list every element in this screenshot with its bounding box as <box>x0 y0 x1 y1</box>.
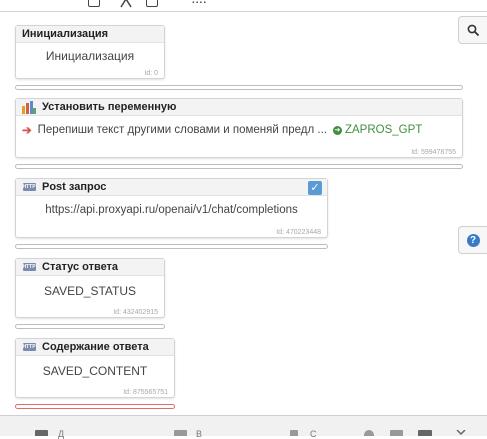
node-id: Id: 470223448 <box>276 229 321 236</box>
node-init-header[interactable]: Инициализация <box>16 26 164 43</box>
top-toolbar: .... <box>0 0 487 12</box>
http-icon: HTTP <box>22 263 36 271</box>
node-title: Post запрос <box>42 181 107 193</box>
node-output-connector[interactable] <box>15 85 463 90</box>
node-post-request-header[interactable]: HTTP Post запрос <box>16 179 327 196</box>
node-title: Установить переменную <box>42 101 177 113</box>
node-body: Инициализация <box>45 49 135 63</box>
node-response-content-header[interactable]: HTTP Содержание ответа <box>16 339 174 356</box>
connect-icon[interactable] <box>120 0 132 8</box>
node-id: Id: 599478755 <box>411 149 456 156</box>
bottom-item[interactable]: Д <box>58 429 64 439</box>
help-button[interactable]: ? <box>458 226 487 254</box>
window-icon[interactable] <box>390 430 403 436</box>
bottom-toolbar: Д В С <box>0 415 487 439</box>
node-id: Id: 0 <box>144 70 158 77</box>
node-body: SAVED_STATUS <box>43 284 137 298</box>
http-icon: HTTP <box>22 183 36 191</box>
goto-icon: ➔ <box>332 125 342 135</box>
node-body: ➔ Перепиши текст другими словами и помен… <box>16 116 462 137</box>
http-icon: HTTP <box>22 343 36 351</box>
node-title: Статус ответа <box>42 261 119 273</box>
node-response-status-header[interactable]: HTTP Статус ответа <box>16 259 164 276</box>
panel-icon[interactable] <box>174 430 187 436</box>
node-set-variable[interactable]: Установить переменную ➔ Перепиши текст д… <box>15 98 463 158</box>
panel-icon[interactable] <box>35 430 48 436</box>
search-button[interactable] <box>458 16 487 44</box>
node-id: Id: 432402915 <box>113 309 158 316</box>
close-icon[interactable] <box>456 430 466 436</box>
node-response-status[interactable]: HTTP Статус ответа SAVED_STATUS Id: 4324… <box>15 258 165 318</box>
node-body: https://api.proxyapi.ru/openai/v1/chat/c… <box>45 204 298 216</box>
list-icon[interactable] <box>290 430 298 436</box>
node-init[interactable]: Инициализация Инициализация Id: 0 <box>15 25 165 79</box>
document-icon[interactable] <box>88 0 100 7</box>
node-output-connector[interactable] <box>15 324 165 329</box>
variable-value: Перепиши текст другими словами и поменяй… <box>37 124 327 136</box>
node-output-connector[interactable] <box>15 244 328 249</box>
bottom-item[interactable]: В <box>196 429 202 439</box>
clock-icon[interactable] <box>364 430 374 436</box>
help-icon: ? <box>466 233 480 247</box>
arrow-right-icon: ➔ <box>22 125 32 137</box>
more-dots[interactable]: .... <box>192 0 207 6</box>
copy-icon[interactable] <box>146 0 158 7</box>
flow-canvas[interactable]: Инициализация Инициализация Id: 0 Устано… <box>0 12 487 415</box>
node-output-connector[interactable] <box>15 164 463 169</box>
node-set-variable-header[interactable]: Установить переменную <box>16 99 462 116</box>
set-variable-icon <box>22 101 36 114</box>
node-id: Id: 875565751 <box>123 389 168 396</box>
search-icon <box>467 24 479 36</box>
node-post-request[interactable]: HTTP Post запрос ✓ https://api.proxyapi.… <box>15 178 328 238</box>
node-title: Инициализация <box>22 28 109 40</box>
node-title: Содержание ответа <box>42 341 149 353</box>
node-error-connector[interactable] <box>15 404 175 409</box>
check-icon[interactable]: ✓ <box>308 181 322 195</box>
bottom-item[interactable]: С <box>310 429 317 439</box>
node-response-content[interactable]: HTTP Содержание ответа SAVED_CONTENT Id:… <box>15 338 175 398</box>
folder-icon[interactable] <box>418 430 432 436</box>
variable-name[interactable]: ZAPROS_GPT <box>345 124 422 136</box>
node-body: SAVED_CONTENT <box>42 364 148 378</box>
